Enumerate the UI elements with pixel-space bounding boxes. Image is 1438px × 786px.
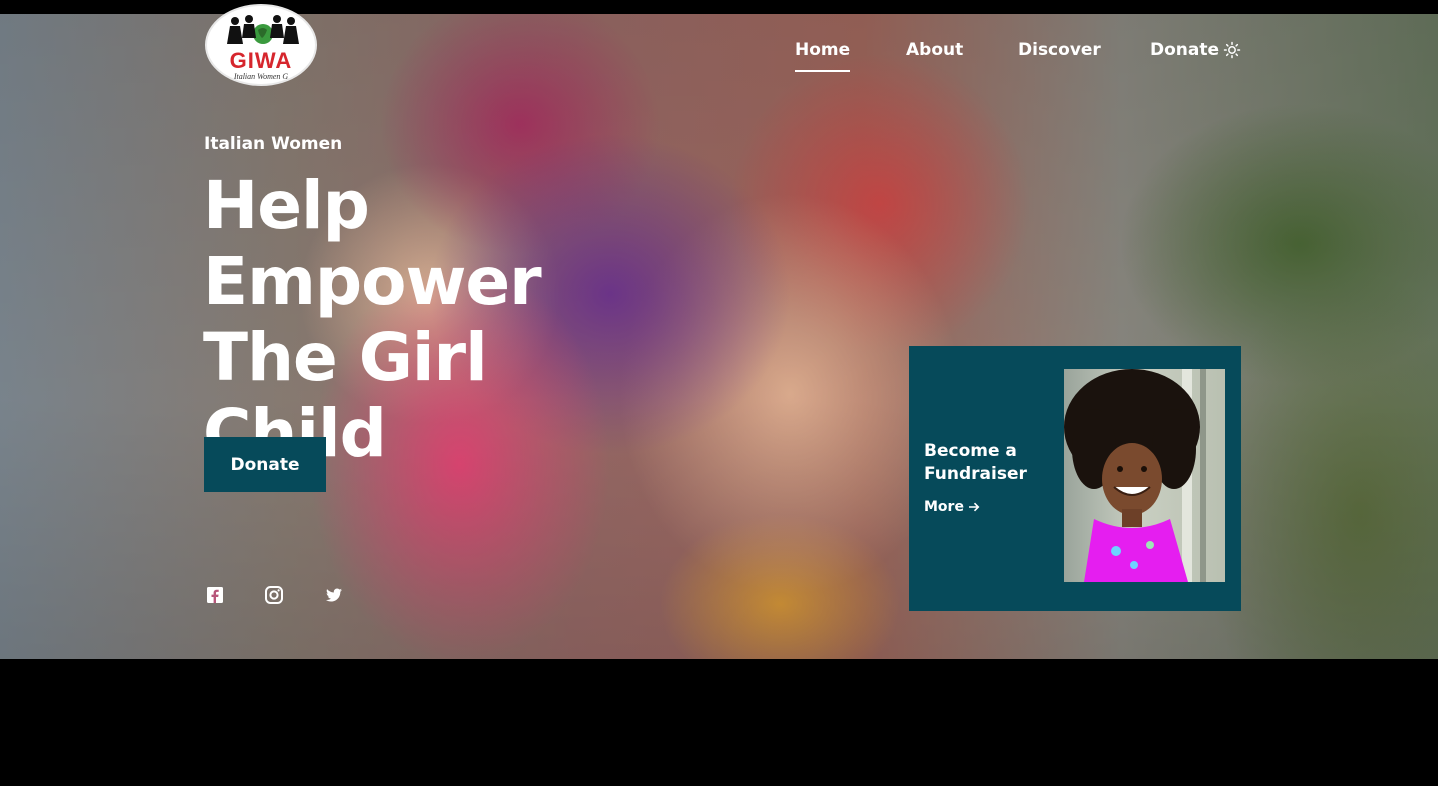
nav-home[interactable]: Home bbox=[795, 38, 851, 72]
arrow-right-icon bbox=[968, 502, 980, 512]
fundraiser-card-title: Become a Fundraiser bbox=[924, 441, 1027, 484]
fundraiser-card: Become a Fundraiser More bbox=[909, 346, 1241, 611]
headline-line-2-regular: The bbox=[203, 319, 359, 396]
hero-eyebrow: Italian Women bbox=[204, 134, 343, 154]
headline-line-1: Help Empower bbox=[203, 167, 542, 320]
headline-line-2-bold: Girl bbox=[358, 319, 488, 396]
girl-portrait-image bbox=[1064, 369, 1206, 582]
nav-donate[interactable]: Donate bbox=[1150, 38, 1219, 62]
fundraiser-photo bbox=[1064, 369, 1225, 582]
more-link-label: More bbox=[924, 499, 964, 515]
top-black-bar bbox=[0, 0, 1438, 14]
fundraiser-more-link[interactable]: More bbox=[924, 497, 980, 517]
facebook-icon[interactable] bbox=[205, 585, 225, 605]
main-nav: Home About Discover Donate bbox=[0, 38, 1438, 78]
hero-headline: Help Empower The Girl Child bbox=[203, 168, 723, 472]
nav-discover[interactable]: Discover bbox=[1018, 38, 1101, 62]
instagram-icon[interactable] bbox=[264, 585, 284, 605]
sun-icon[interactable] bbox=[1223, 41, 1241, 59]
hero-donate-button[interactable]: Donate bbox=[204, 437, 326, 492]
twitter-icon[interactable] bbox=[324, 585, 344, 605]
nav-about[interactable]: About bbox=[906, 38, 963, 62]
